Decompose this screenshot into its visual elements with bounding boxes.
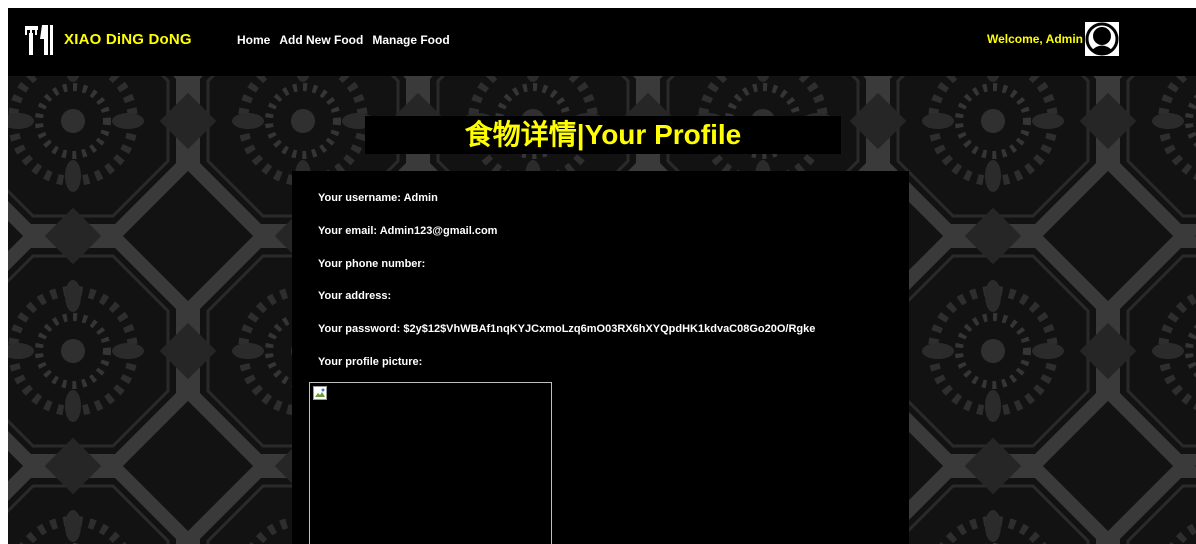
nav-manage-food-link[interactable]: Manage Food [372, 33, 449, 47]
profile-picture-label: Your profile picture: [318, 356, 423, 368]
welcome-text: Welcome, Admin [986, 32, 1083, 46]
profile-address: Your address: [318, 290, 392, 302]
brand-link[interactable]: XIAO DiNG DoNG [64, 31, 192, 48]
nav-home-link[interactable]: Home [237, 33, 270, 47]
profile-password: Your password: $2y$12$VhWBAf1nqKYJCxmoLz… [318, 323, 816, 335]
broken-image-icon [313, 386, 327, 400]
navbar: XIAO DiNG DoNG Home Add New Food Manage … [8, 8, 1196, 76]
profile-picture [309, 382, 552, 544]
fork-knife-icon[interactable] [24, 23, 54, 56]
nav-links: Home Add New Food Manage Food [237, 33, 450, 47]
app-window: XIAO DiNG DoNG Home Add New Food Manage … [8, 8, 1196, 544]
nav-add-food-link[interactable]: Add New Food [279, 33, 363, 47]
profile-email: Your email: Admin123@gmail.com [318, 225, 498, 237]
profile-phone: Your phone number: [318, 258, 426, 270]
page-title: 食物详情|Your Profile [365, 116, 841, 154]
user-avatar-icon[interactable] [1085, 22, 1119, 56]
profile-panel: Your username: Admin Your email: Admin12… [292, 171, 909, 544]
profile-username: Your username: Admin [318, 192, 438, 204]
